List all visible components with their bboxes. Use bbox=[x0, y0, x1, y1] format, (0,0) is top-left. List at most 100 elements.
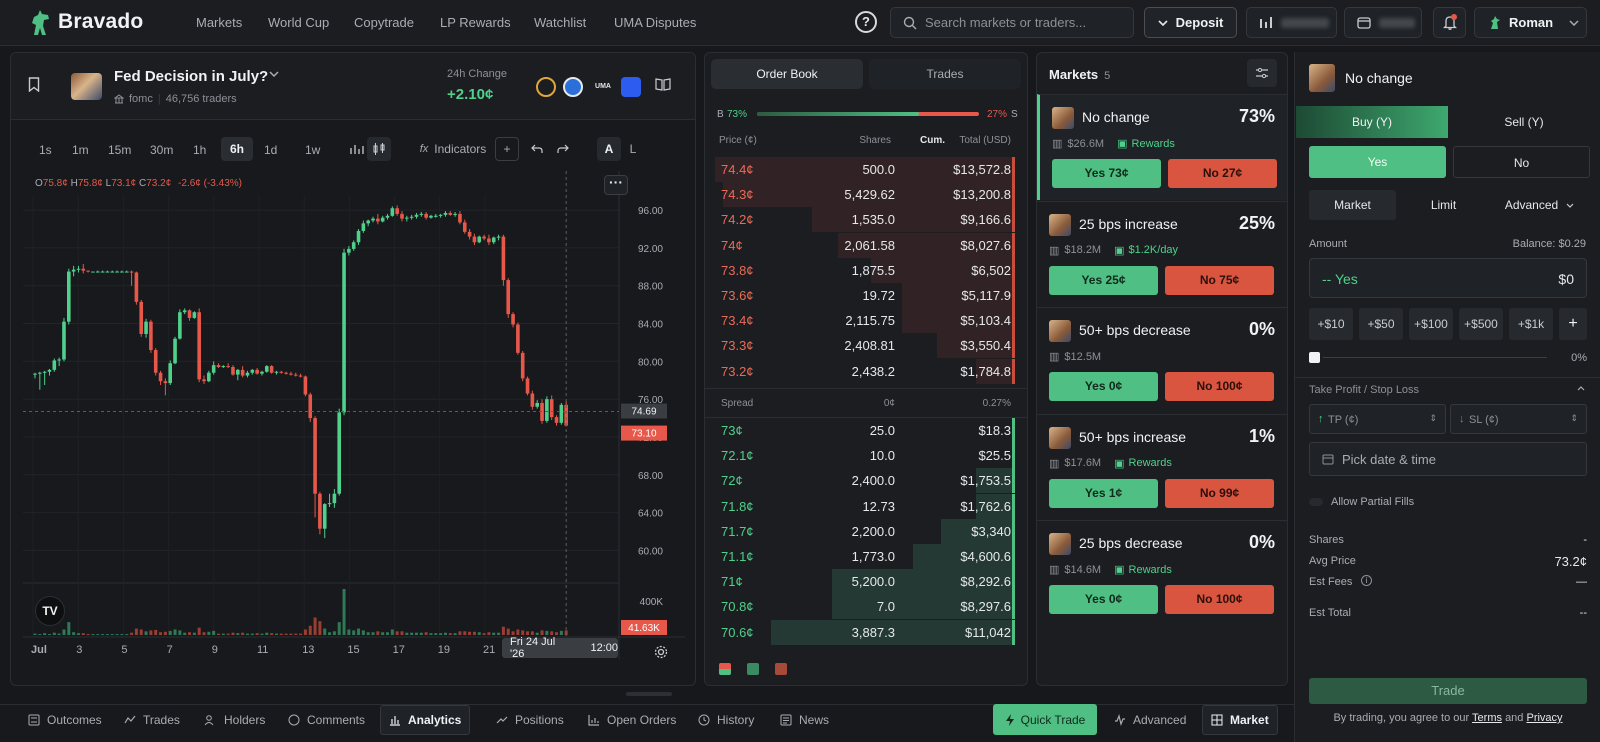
market-title[interactable]: Fed Decision in July? bbox=[114, 68, 268, 85]
quick-amount-500[interactable]: +$500 bbox=[1459, 308, 1503, 340]
filter-icon[interactable] bbox=[1247, 59, 1277, 87]
search-input[interactable] bbox=[925, 15, 1125, 30]
market-tag[interactable]: fomc bbox=[129, 93, 153, 105]
log-scale-button[interactable]: L bbox=[621, 137, 645, 161]
quick-trade-button[interactable]: Quick Trade bbox=[993, 704, 1097, 735]
market-item[interactable]: 25 bps decrease 0% ▥ $14.6M ▣ Rewards Yes… bbox=[1037, 520, 1287, 626]
tab-analytics[interactable]: Analytics bbox=[380, 705, 471, 735]
terms-link[interactable]: Terms bbox=[1472, 712, 1502, 724]
order-type-advanced[interactable]: Advanced bbox=[1492, 190, 1587, 220]
buy-no-button[interactable]: No 75¢ bbox=[1165, 265, 1274, 295]
buy-no-button[interactable]: No 100¢ bbox=[1165, 372, 1274, 401]
buy-no-button[interactable]: No 100¢ bbox=[1165, 585, 1274, 614]
panel-resize-handle[interactable] bbox=[626, 692, 672, 696]
bid-row[interactable]: 72.1¢ 10.0 $25.5 bbox=[705, 443, 1027, 469]
tab-news[interactable]: News bbox=[780, 705, 829, 735]
advanced-view-button[interactable]: Advanced bbox=[1114, 705, 1186, 735]
buy-yes-button[interactable]: Yes 0¢ bbox=[1049, 585, 1158, 614]
timeframe-15m[interactable]: 15m bbox=[108, 143, 131, 157]
bid-row[interactable]: 73¢ 25.0 $18.3 bbox=[705, 418, 1027, 443]
nav-watchlist[interactable]: Watchlist bbox=[534, 15, 586, 30]
nav-markets[interactable]: Markets bbox=[196, 15, 242, 30]
buy-tab[interactable]: Buy (Y) bbox=[1296, 106, 1448, 138]
gear-icon[interactable] bbox=[654, 645, 668, 659]
bookmark-icon[interactable] bbox=[28, 77, 40, 92]
notifications-button[interactable] bbox=[1433, 7, 1466, 38]
timeframe-1s[interactable]: 1s bbox=[39, 143, 52, 157]
date-time-picker[interactable]: Pick date & time bbox=[1309, 442, 1587, 476]
uma-icon[interactable]: UMA bbox=[593, 77, 613, 97]
tab-trades[interactable]: Trades bbox=[869, 59, 1021, 89]
add-amount-button[interactable]: + bbox=[1559, 308, 1587, 340]
timeframe-1m[interactable]: 1m bbox=[72, 143, 89, 157]
stop-loss-input[interactable]: ↓ SL (¢) ⇕ bbox=[1450, 404, 1587, 434]
timeframe-6h[interactable]: 6h bbox=[221, 137, 253, 161]
bid-row[interactable]: 71¢ 5,200.0 $8,292.6 bbox=[705, 569, 1027, 595]
auto-scale-button[interactable]: A bbox=[597, 137, 621, 161]
ask-row[interactable]: 73.8¢ 1,875.5 $6,502 bbox=[705, 257, 1027, 283]
more-options-icon[interactable]: ··· bbox=[604, 175, 628, 195]
bid-row[interactable]: 71.7¢ 2,200.0 $3,340 bbox=[705, 518, 1027, 544]
coin-icon[interactable] bbox=[536, 77, 556, 97]
timeframe-1h[interactable]: 1h bbox=[193, 143, 206, 157]
help-button[interactable]: ? bbox=[855, 11, 877, 33]
toggle-switch[interactable] bbox=[1309, 498, 1323, 506]
tab-order-book[interactable]: Order Book bbox=[711, 59, 863, 89]
brand-logo[interactable]: Bravado bbox=[28, 8, 143, 36]
trade-button[interactable]: Trade bbox=[1309, 678, 1587, 704]
view-asks-icon[interactable] bbox=[775, 663, 787, 675]
tab-history[interactable]: History bbox=[698, 705, 754, 735]
take-profit-input[interactable]: ↑ TP (¢) ⇕ bbox=[1309, 404, 1446, 434]
nav-lp-rewards[interactable]: LP Rewards bbox=[440, 15, 511, 30]
ask-row[interactable]: 74.4¢ 500.0 $13,572.8 bbox=[705, 157, 1027, 182]
tab-holders[interactable]: Holders bbox=[204, 705, 265, 735]
buy-yes-button[interactable]: Yes 25¢ bbox=[1049, 265, 1158, 295]
view-both-icon[interactable] bbox=[719, 663, 731, 675]
usdc-icon[interactable] bbox=[563, 77, 583, 97]
market-item[interactable]: 50+ bps decrease 0% ▥ $12.5M Yes 0¢ No 1… bbox=[1037, 307, 1287, 413]
deposit-button[interactable]: Deposit bbox=[1144, 7, 1237, 38]
quick-amount-100[interactable]: +$100 bbox=[1409, 308, 1453, 340]
quick-amount-50[interactable]: +$50 bbox=[1359, 308, 1403, 340]
info-icon[interactable]: i bbox=[1361, 575, 1372, 586]
bid-row[interactable]: 70.8¢ 7.0 $8,297.6 bbox=[705, 594, 1027, 620]
ask-row[interactable]: 74.2¢ 1,535.0 $9,166.6 bbox=[705, 207, 1027, 233]
chevron-down-icon[interactable] bbox=[269, 71, 279, 77]
stepper-icon[interactable]: ⇕ bbox=[1570, 413, 1578, 424]
undo-icon[interactable] bbox=[525, 137, 549, 161]
amount-slider[interactable]: 0% bbox=[1309, 352, 1587, 364]
market-item[interactable]: 50+ bps increase 1% ▥ $17.6M ▣ Rewards Ye… bbox=[1037, 413, 1287, 520]
share-icon[interactable] bbox=[621, 77, 641, 97]
stepper-icon[interactable]: ⇕ bbox=[1429, 413, 1437, 424]
candlestick-chart[interactable]: 96.0092.0088.0084.0080.0076.0072.0068.00… bbox=[23, 171, 685, 659]
quick-amount-10[interactable]: +$10 bbox=[1309, 308, 1353, 340]
tab-outcomes[interactable]: Outcomes bbox=[28, 705, 102, 735]
timeframe-1d[interactable]: 1d bbox=[264, 143, 277, 157]
market-item[interactable]: No change 73% ▥ $26.6M ▣ Rewards Yes 73¢ … bbox=[1037, 94, 1287, 200]
market-item[interactable]: 25 bps increase 25% ▥ $18.2M ▣ $1.2K/day … bbox=[1037, 200, 1287, 307]
market-view-button[interactable]: Market bbox=[1202, 705, 1278, 735]
sell-tab[interactable]: Sell (Y) bbox=[1448, 106, 1600, 138]
nav-uma-disputes[interactable]: UMA Disputes bbox=[614, 15, 696, 30]
buy-yes-button[interactable]: Yes 1¢ bbox=[1049, 478, 1158, 508]
bid-row[interactable]: 71.8¢ 12.73 $1,762.6 bbox=[705, 493, 1027, 519]
portfolio-balance[interactable] bbox=[1246, 7, 1337, 38]
outcome-no-button[interactable]: No bbox=[1453, 146, 1590, 178]
user-menu[interactable]: Roman bbox=[1474, 7, 1587, 38]
bid-row[interactable]: 71.1¢ 1,773.0 $4,600.6 bbox=[705, 544, 1027, 569]
buy-yes-button[interactable]: Yes 0¢ bbox=[1049, 372, 1158, 401]
bid-row[interactable]: 70.6¢ 3,887.3 $11,042 bbox=[705, 619, 1027, 645]
slider-handle[interactable] bbox=[1309, 352, 1320, 363]
ask-row[interactable]: 73.2¢ 2,438.2 $1,784.8 bbox=[705, 358, 1027, 384]
timeframe-30m[interactable]: 30m bbox=[150, 143, 173, 157]
tab-comments[interactable]: Comments bbox=[288, 705, 365, 735]
buy-yes-button[interactable]: Yes 73¢ bbox=[1052, 159, 1161, 188]
view-bids-icon[interactable] bbox=[747, 663, 759, 675]
indicators-button[interactable]: fx Indicators bbox=[413, 137, 493, 161]
ask-row[interactable]: 74.3¢ 5,429.62 $13,200.8 bbox=[705, 182, 1027, 208]
order-type-market[interactable]: Market bbox=[1309, 190, 1396, 220]
add-indicator-icon[interactable]: + bbox=[495, 137, 519, 161]
redo-icon[interactable] bbox=[551, 137, 575, 161]
tab-open-orders[interactable]: Open Orders bbox=[588, 705, 676, 735]
tab-positions[interactable]: Positions bbox=[496, 705, 564, 735]
